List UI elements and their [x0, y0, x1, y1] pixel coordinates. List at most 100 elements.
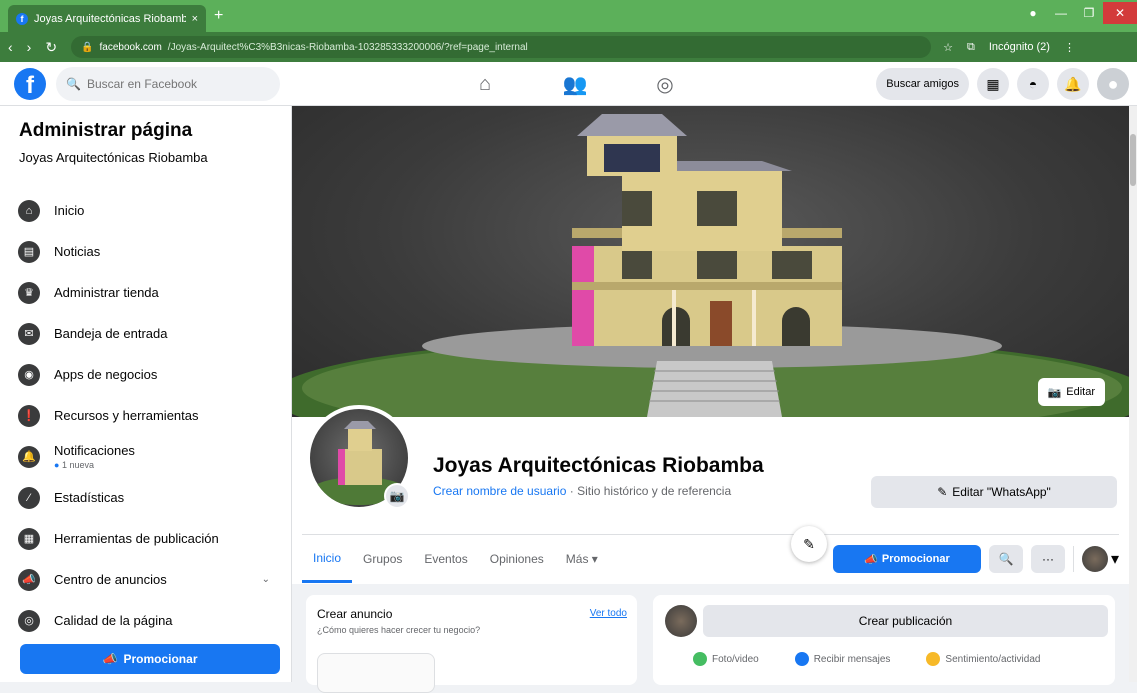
- account-avatar[interactable]: ●: [1097, 68, 1129, 100]
- tab-4[interactable]: Más ▾: [555, 535, 609, 583]
- promote-button[interactable]: 📣 Promocionar: [832, 545, 981, 573]
- friends-nav-icon[interactable]: 👥: [530, 62, 620, 106]
- url-path: /Joyas-Arquitect%C3%B3nicas-Riobamba-103…: [167, 41, 528, 53]
- url-field[interactable]: 🔒 facebook.com/Joyas-Arquitect%C3%B3nica…: [71, 36, 932, 58]
- search-input[interactable]: [86, 77, 267, 91]
- back-icon[interactable]: ‹: [8, 39, 13, 56]
- sidebar-item-label: Calidad de la página: [54, 613, 173, 628]
- sidebar-item-calidad-de-la-página[interactable]: ◎ Calidad de la página: [18, 600, 280, 641]
- sidebar-item-text: Herramientas de publicación: [54, 531, 219, 546]
- new-tab-button[interactable]: +: [214, 7, 223, 25]
- sidebar-item-sublabel: 1 nueva: [54, 460, 135, 470]
- sidebar-item-text: Apps de negocios: [54, 367, 157, 382]
- sidebar-item-text: Noticias: [54, 244, 100, 259]
- new-message-button[interactable]: ✎: [791, 526, 827, 562]
- sidebar-item-label: Notificaciones: [54, 443, 135, 458]
- messenger-icon[interactable]: ◓: [1017, 68, 1049, 100]
- sidebar-page-name[interactable]: Joyas Arquitectónicas Riobamba: [19, 150, 208, 165]
- reload-icon[interactable]: ↻: [45, 39, 57, 56]
- tab-title: Joyas Arquitectónicas Riobamba: [34, 12, 186, 25]
- facebook-header: f 🔍 ⌂ 👥 ◎ Buscar amigos ▦ ◓ 🔔 ●: [0, 62, 1137, 106]
- sidebar-item-notificaciones[interactable]: 🔔 Notificaciones 1 nueva: [18, 436, 280, 477]
- browser-menu-icon[interactable]: ⋮: [1064, 41, 1075, 54]
- extensions-icon[interactable]: ⧉: [967, 41, 975, 54]
- sidebar-item-herramientas-de-publicación[interactable]: ▦ Herramientas de publicación: [18, 518, 280, 559]
- sidebar-item-recursos-y-herramientas[interactable]: ❗ Recursos y herramientas: [18, 395, 280, 436]
- sidebar-item-centro-de-anuncios[interactable]: 📣 Centro de anuncios ⌄: [18, 559, 280, 600]
- get-messages-action[interactable]: Recibir mensajes: [794, 652, 891, 666]
- sidebar-item-label: Recursos y herramientas: [54, 408, 199, 423]
- sidebar-item-noticias[interactable]: ▤ Noticias: [18, 231, 280, 272]
- incognito-profile[interactable]: Incógnito (2): [989, 41, 1050, 53]
- sidebar-item-label: Herramientas de publicación: [54, 531, 219, 546]
- photo-video-action[interactable]: Foto/video: [693, 652, 759, 666]
- page-avatar-selector[interactable]: ▾: [1072, 546, 1119, 572]
- facebook-logo-icon[interactable]: f: [14, 68, 46, 100]
- sidebar-item-administrar-tienda[interactable]: ♛ Administrar tienda: [18, 272, 280, 313]
- notifications-icon[interactable]: 🔔: [1057, 68, 1089, 100]
- get-messages-label: Recibir mensajes: [813, 653, 891, 665]
- home-nav-icon[interactable]: ⌂: [440, 62, 530, 106]
- messenger-icon: [794, 652, 809, 666]
- subline-separator: ·: [566, 484, 578, 498]
- sidebar-promote-button[interactable]: 📣 Promocionar: [20, 644, 280, 674]
- inbox-icon: ✉: [18, 322, 40, 345]
- sidebar-item-text: Administrar tienda: [54, 285, 159, 300]
- sidebar-item-text: Recursos y herramientas: [54, 408, 199, 423]
- sidebar-item-inicio[interactable]: ⌂ Inicio: [18, 190, 280, 231]
- page-scrollbar[interactable]: [1129, 106, 1137, 682]
- edit-cover-label: Editar: [1066, 386, 1095, 398]
- tab-close-icon[interactable]: ×: [192, 13, 198, 25]
- more-options-button[interactable]: ···: [1030, 545, 1065, 573]
- scrollbar-thumb[interactable]: [1130, 134, 1136, 186]
- search-icon: 🔍: [998, 552, 1014, 566]
- feeling-action[interactable]: Sentimiento/actividad: [926, 652, 1040, 666]
- maximize-button[interactable]: ❐: [1075, 6, 1103, 20]
- sidebar-promote-label: Promocionar: [123, 652, 198, 666]
- create-post-card: Crear publicación Foto/video Recibir men…: [653, 595, 1115, 685]
- tools-icon: ❗: [18, 404, 40, 427]
- create-ad-card: Crear anuncio ¿Cómo quieres hacer crecer…: [306, 595, 637, 693]
- cover-photo[interactable]: 📷 Editar: [292, 106, 1129, 417]
- create-post-button[interactable]: Crear publicación: [703, 605, 1108, 637]
- sidebar-item-label: Bandeja de entrada: [54, 326, 168, 341]
- record-icon: ●: [1029, 6, 1037, 20]
- page-avatar: [1081, 546, 1108, 572]
- sidebar-item-bandeja-de-entrada[interactable]: ✉ Bandeja de entrada: [18, 313, 280, 354]
- find-friends-button[interactable]: Buscar amigos: [876, 68, 969, 100]
- sidebar-menu: ⌂ Inicio ▤ Noticias ♛ Administrar tienda ✉ Band…: [18, 190, 280, 641]
- tab-3[interactable]: Opiniones: [479, 535, 555, 583]
- apps-icon: ◉: [18, 363, 40, 386]
- search-page-button[interactable]: 🔍: [988, 545, 1023, 573]
- create-username-link[interactable]: Crear nombre de usuario: [433, 484, 566, 498]
- photo-video-label: Foto/video: [712, 653, 759, 665]
- change-photo-camera-icon[interactable]: 📷: [384, 483, 410, 509]
- megaphone-icon: 📣: [864, 553, 878, 566]
- groups-nav-icon[interactable]: ◎: [620, 62, 710, 106]
- see-all-link[interactable]: Ver todo: [590, 608, 627, 619]
- bell-icon: 🔔: [18, 445, 40, 468]
- sidebar-item-apps-de-negocios[interactable]: ◉ Apps de negocios: [18, 354, 280, 395]
- address-bar: ‹ › ↻ 🔒 facebook.com/Joyas-Arquitect%C3%…: [0, 32, 1137, 62]
- sidebar-item-text: Calidad de la página: [54, 613, 173, 628]
- sidebar-item-label: Centro de anuncios: [54, 572, 167, 587]
- tab-0[interactable]: Inicio: [302, 535, 353, 583]
- star-icon[interactable]: ☆: [943, 41, 953, 54]
- menu-grid-icon[interactable]: ▦: [977, 68, 1009, 100]
- edit-cover-button[interactable]: 📷 Editar: [1037, 378, 1105, 406]
- search-box[interactable]: 🔍: [56, 67, 280, 101]
- megaphone-icon: 📣: [102, 652, 118, 666]
- tab-2[interactable]: Eventos: [413, 535, 478, 583]
- minimize-button[interactable]: —: [1047, 6, 1075, 20]
- sidebar-item-text: Bandeja de entrada: [54, 326, 167, 341]
- feeling-label: Sentimiento/actividad: [945, 653, 1041, 665]
- forward-icon[interactable]: ›: [27, 39, 32, 56]
- sidebar-item-estadísticas[interactable]: ⁄ Estadísticas: [18, 477, 280, 518]
- edit-whatsapp-button[interactable]: ✎ Editar "WhatsApp": [871, 476, 1117, 508]
- browser-tab[interactable]: f Joyas Arquitectónicas Riobamba ×: [8, 5, 206, 32]
- compose-icon: ✎: [803, 535, 815, 552]
- close-window-button[interactable]: ✕: [1103, 2, 1137, 24]
- sidebar-item-label: Inicio: [54, 203, 85, 218]
- tab-1[interactable]: Grupos: [352, 535, 413, 583]
- chevron-down-icon[interactable]: ⌄: [262, 574, 270, 585]
